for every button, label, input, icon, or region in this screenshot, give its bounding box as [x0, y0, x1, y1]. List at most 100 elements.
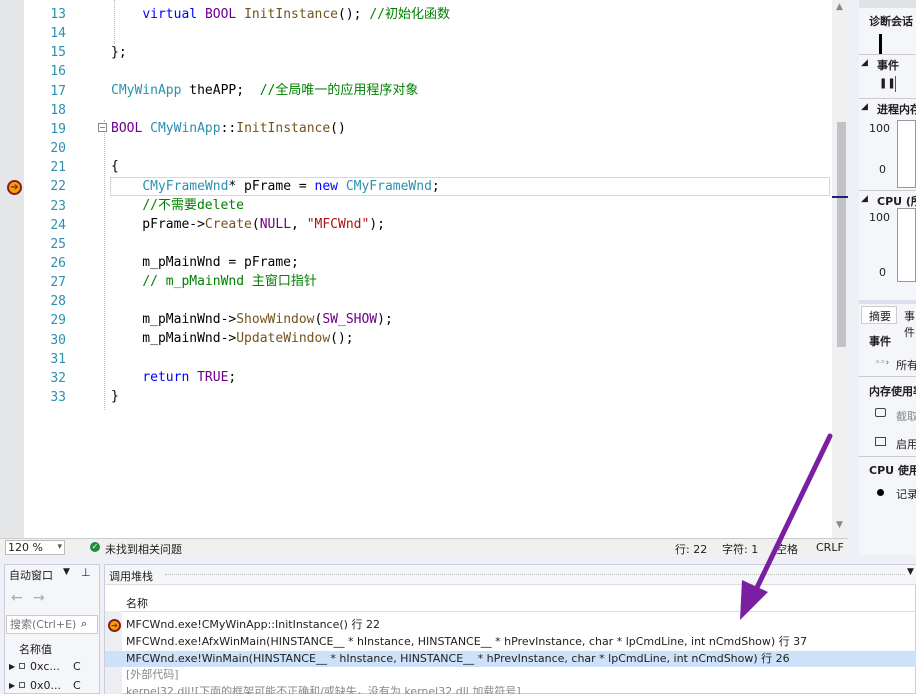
- line-number: 20: [50, 141, 66, 157]
- memory-section-title: 内存使用率: [869, 385, 916, 398]
- autos-row-name[interactable]: 0x0...: [30, 679, 61, 692]
- call-stack-title: 调用堆栈: [109, 570, 153, 583]
- record-icon: [877, 489, 884, 496]
- line-number: 32: [50, 370, 66, 386]
- chevron-down-icon[interactable]: ▼: [63, 567, 70, 577]
- line-number: 25: [50, 236, 66, 252]
- code-line-30: m_pMainWnd->UpdateWindow();: [111, 331, 354, 346]
- cpu-graph[interactable]: [897, 208, 916, 282]
- indent-guide: [104, 120, 105, 410]
- line-number: 19: [50, 121, 66, 137]
- line-number: 22: [50, 179, 66, 195]
- code-line-23: //不需要delete: [142, 198, 244, 213]
- expand-icon[interactable]: ▶: [9, 681, 15, 690]
- code-line-13: virtual BOOL InitInstance(); //初始化函数: [142, 7, 450, 22]
- code-line-15: };: [111, 45, 127, 60]
- variable-icon: [19, 663, 25, 669]
- process-memory-label: 进程内存: [877, 103, 916, 116]
- line-number: 29: [50, 313, 66, 329]
- line-number: 27: [50, 275, 66, 291]
- line-number: 28: [50, 294, 66, 310]
- camera-icon: [875, 408, 886, 417]
- line-number: 33: [50, 390, 66, 405]
- line-number: 15: [50, 45, 66, 61]
- code-line-32: return TRUE;: [142, 370, 237, 385]
- splitter[interactable]: [859, 300, 916, 304]
- line-number: 17: [50, 83, 66, 99]
- cpu-axis-min: 0: [879, 266, 886, 279]
- call-stack-frame[interactable]: kernel32.dll![下面的框架可能不正确和/或缺失，没有为 kernel…: [126, 684, 521, 694]
- autos-row-name[interactable]: 0xc...: [30, 660, 60, 673]
- collapse-icon[interactable]: −: [98, 123, 107, 132]
- timeline-marker: [879, 34, 882, 54]
- memory-axis-max: 100: [869, 122, 890, 135]
- collapse-icon[interactable]: ◢: [861, 58, 868, 68]
- memory-axis-min: 0: [879, 163, 886, 176]
- code-line-17: CMyWinApp theAPP; //全局唯一的应用程序对象: [111, 83, 419, 98]
- line-number: 21: [50, 160, 66, 176]
- code-line-22: CMyFrameWnd* pFrame = new CMyFrameWnd;: [142, 179, 440, 194]
- memory-graph[interactable]: [897, 120, 916, 188]
- line-number: 16: [50, 64, 66, 80]
- events-label: 事件: [877, 59, 899, 72]
- col-value-header[interactable]: 值: [41, 641, 52, 657]
- panel-tabstrip: [859, 0, 916, 8]
- events-section-title: 事件: [869, 335, 891, 348]
- cpu-section-title: CPU 使用率: [869, 464, 916, 477]
- line-number: 23: [50, 198, 66, 214]
- expand-icon[interactable]: ▶: [9, 662, 15, 671]
- zoom-value: 120 %: [8, 541, 43, 554]
- code-line-24: pFrame->Create(NULL, "MFCWnd");: [111, 217, 385, 232]
- annotation-arrow: [740, 433, 833, 620]
- show-all-events-link[interactable]: 所有事件: [896, 357, 916, 373]
- line-number: 14: [50, 26, 66, 42]
- code-line-19: BOOL CMyWinApp::InitInstance(): [111, 121, 346, 136]
- search-icon: ⌕: [81, 617, 88, 630]
- cpu-axis-max: 100: [869, 211, 890, 224]
- tab-events[interactable]: 事件: [904, 306, 916, 339]
- call-stack-frame[interactable]: [外部代码]: [126, 667, 179, 684]
- variable-icon: [19, 682, 25, 688]
- col-name-header[interactable]: 名称: [126, 595, 148, 611]
- code-line-29: m_pMainWnd->ShowWindow(SW_SHOW);: [111, 312, 393, 327]
- collapse-icon[interactable]: ◢: [861, 102, 868, 112]
- line-indicator[interactable]: 行: 22: [675, 541, 707, 557]
- timeline-divider: [895, 76, 896, 92]
- scroll-up-icon[interactable]: ▲: [836, 2, 846, 14]
- autos-title: 自动窗口: [9, 569, 53, 582]
- line-number: 30: [50, 332, 66, 348]
- scrollbar-thumb[interactable]: [837, 122, 846, 347]
- indicator-margin[interactable]: [0, 0, 24, 538]
- code-line-21: {: [111, 159, 119, 174]
- zoom-select[interactable]: 120 % ▾: [5, 540, 65, 555]
- scrollbar-caret-marker: [832, 196, 848, 198]
- autos-row-value[interactable]: C: [73, 679, 81, 692]
- tab-summary[interactable]: 摘要: [861, 306, 897, 324]
- forward-arrow-icon[interactable]: →: [33, 590, 45, 606]
- diag-session-label: 诊断会话: [869, 15, 913, 28]
- back-arrow-icon[interactable]: ←: [11, 590, 23, 606]
- cpu-label: CPU (所有处理器): [877, 195, 916, 208]
- code-line-33: }: [111, 389, 119, 404]
- check-icon: ✓: [90, 542, 100, 552]
- record-cpu-profile-button[interactable]: 记录 CPU 配置文件: [896, 486, 916, 502]
- autos-row-value[interactable]: C: [73, 660, 81, 673]
- pin-icon[interactable]: ⊥: [81, 566, 91, 579]
- call-stack-frame[interactable]: MFCWnd.exe!AfxWinMain(HINSTANCE__ * hIns…: [126, 634, 807, 651]
- line-number: 24: [50, 217, 66, 233]
- call-stack-frame[interactable]: MFCWnd.exe!WinMain(HINSTANCE__ * hInstan…: [126, 651, 790, 668]
- take-snapshot-button[interactable]: 截取快照: [896, 408, 916, 424]
- collapse-icon[interactable]: ◢: [861, 194, 868, 204]
- events-icon: ◦◦›: [875, 358, 890, 368]
- diagnostic-tools-panel: 诊断会话 ◢ 事件 ❚❚ ◢ 进程内存 100 0 ◢ CPU (所有处理器) …: [859, 0, 916, 555]
- col-name-header[interactable]: 名称: [19, 641, 41, 657]
- chevron-down-icon[interactable]: ▼: [907, 567, 914, 577]
- line-number: 13: [50, 7, 66, 22]
- current-statement-breakpoint-icon[interactable]: ➔: [7, 180, 22, 195]
- code-line-26: m_pMainWnd = pFrame;: [111, 255, 299, 270]
- line-number: 26: [50, 255, 66, 271]
- call-stack-frame[interactable]: MFCWnd.exe!CMyWinApp::InitInstance() 行 2…: [126, 617, 380, 634]
- pause-icon[interactable]: ❚❚: [879, 78, 896, 89]
- issues-status[interactable]: 未找到相关问题: [105, 541, 182, 557]
- enable-heap-profiling-button[interactable]: 启用堆分析: [896, 436, 916, 452]
